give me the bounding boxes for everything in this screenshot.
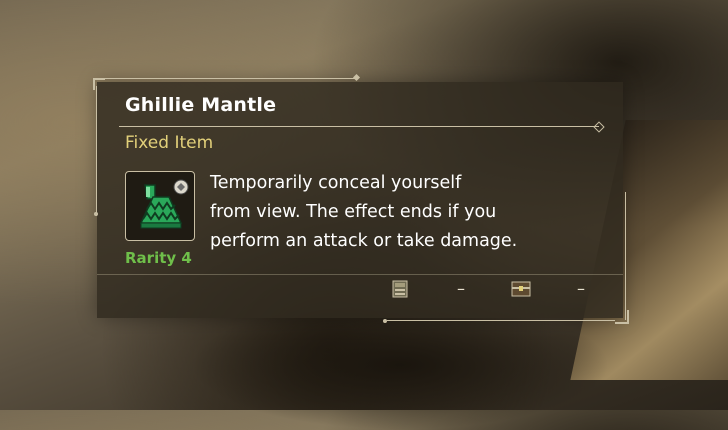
footer-divider [97, 274, 623, 275]
frame-line [96, 86, 97, 216]
equipment-box-icon [392, 280, 408, 298]
item-icon-frame [125, 171, 195, 241]
description-line: from view. The effect ends if you [210, 202, 497, 222]
item-chest-value: – [577, 279, 585, 298]
frame-line [625, 192, 626, 320]
item-type: Fixed Item [125, 133, 214, 153]
item-rarity: Rarity 4 [125, 249, 192, 267]
divider-ornament [593, 121, 605, 133]
item-description: Temporarily conceal yourself from view. … [210, 169, 610, 256]
description-line: Temporarily conceal yourself [210, 173, 462, 193]
frame-corner [615, 310, 629, 324]
frame-line [101, 78, 357, 79]
frame-ornament [94, 212, 98, 216]
frame-ornament [383, 319, 387, 323]
frame-line [387, 320, 615, 321]
ghillie-mantle-icon [139, 179, 189, 229]
item-tooltip: Ghillie Mantle Fixed Item Rarity 4 Tempo… [93, 73, 629, 324]
description-line: perform an attack or take damage. [210, 231, 518, 251]
item-name: Ghillie Mantle [125, 94, 277, 116]
frame-ornament [352, 73, 361, 82]
frame-corner [93, 78, 105, 90]
equipment-box-value: – [457, 279, 465, 298]
item-chest-icon [511, 280, 531, 298]
title-divider [119, 126, 599, 127]
